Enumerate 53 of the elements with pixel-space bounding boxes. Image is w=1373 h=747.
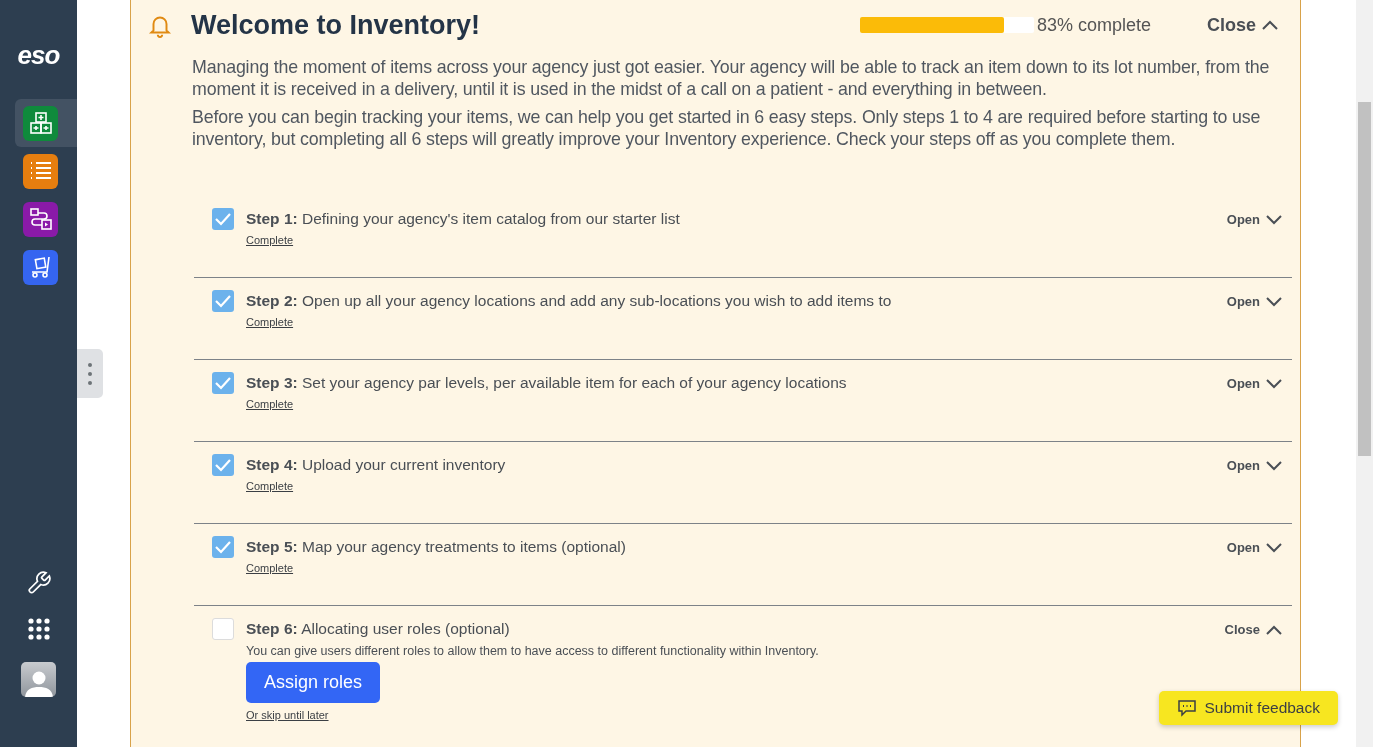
scrollbar[interactable] xyxy=(1356,0,1373,747)
chevron-down-icon xyxy=(1266,378,1282,389)
chevron-up-icon xyxy=(1266,624,1282,635)
logo: eso xyxy=(17,40,60,71)
step-toggle[interactable]: Close xyxy=(1224,622,1282,637)
close-button[interactable]: Close xyxy=(1206,14,1278,36)
status-link[interactable]: Complete xyxy=(246,234,294,246)
step-title: Step 1: Defining your agency's item catalog from our starter list xyxy=(246,210,681,228)
progress-label: 83% complete xyxy=(1036,14,1153,36)
sidebar-handle[interactable] xyxy=(77,349,103,398)
app-button[interactable] xyxy=(23,153,58,189)
step-title: Step 2: Open up all your agency locations and add any sub-locations you wish to add items to xyxy=(246,292,893,310)
avatar-button[interactable] xyxy=(21,662,56,697)
step-checkbox[interactable] xyxy=(212,536,234,558)
step-description: You can give users different roles to allow them to have access to different functionality within Inventory. xyxy=(246,644,820,658)
step-checkbox[interactable] xyxy=(212,208,234,230)
step-toggle[interactable]: Open xyxy=(1226,540,1282,555)
status-link[interactable]: Complete xyxy=(246,398,294,410)
status-link[interactable]: Complete xyxy=(246,562,294,574)
step-title: Step 3: Set your agency par levels, per available item for each of your agency locations xyxy=(246,374,848,392)
intro-paragraph: Before you can begin tracking your items, we can help you get started in 6 easy steps. Only steps 1 to 4 are required before starting to use inventory, but completing all 6 steps will greatly improve your Inventory experience. Check your steps off as you complete them. xyxy=(192,106,1262,150)
intro-paragraph: Managing the moment of items across your agency just got easier. Your agency will be able to track an item down to its lot number, from the moment it is received in a delivery, until it is used in the midst of a call on a patient - and everything in between. xyxy=(192,56,1271,100)
step-checkbox[interactable] xyxy=(212,290,234,312)
step-toggle[interactable]: Open xyxy=(1226,376,1282,391)
chat-icon xyxy=(1176,699,1197,717)
step-checkbox[interactable] xyxy=(212,372,234,394)
status-link[interactable]: Complete xyxy=(246,316,294,328)
list-icon xyxy=(28,160,53,182)
wrench-icon[interactable] xyxy=(25,570,52,596)
step-title: Step 4: Upload your current inventory xyxy=(246,456,507,474)
step-title: Step 6: Allocating user roles (optional) xyxy=(246,620,511,638)
feedback-button[interactable]: Submit feedback xyxy=(1158,691,1338,725)
step-toggle[interactable]: Open xyxy=(1226,212,1282,227)
assign-roles-button[interactable]: Assign roles xyxy=(246,662,381,703)
chevron-down-icon xyxy=(1266,296,1282,307)
step-checkbox[interactable] xyxy=(212,618,234,640)
status-link[interactable]: Complete xyxy=(246,480,294,492)
step-toggle[interactable]: Open xyxy=(1226,458,1282,473)
step-checkbox[interactable] xyxy=(212,454,234,476)
chevron-down-icon xyxy=(1266,214,1282,225)
panel-title: Welcome to Inventory! xyxy=(191,9,482,41)
workflow-icon xyxy=(28,207,53,231)
app-button[interactable] xyxy=(23,249,58,285)
skip-link[interactable]: Or skip until later xyxy=(246,709,329,721)
boxes-icon xyxy=(28,111,53,135)
step-toggle[interactable]: Open xyxy=(1226,294,1282,309)
app-button[interactable] xyxy=(23,201,58,237)
chevron-down-icon xyxy=(1266,460,1282,471)
chevron-down-icon xyxy=(1266,542,1282,553)
app-button[interactable] xyxy=(23,105,58,141)
app-grid-icon[interactable] xyxy=(27,618,50,640)
step-title: Step 5: Map your agency treatments to items (optional) xyxy=(246,538,627,556)
chevron-up-icon xyxy=(1262,20,1278,30)
